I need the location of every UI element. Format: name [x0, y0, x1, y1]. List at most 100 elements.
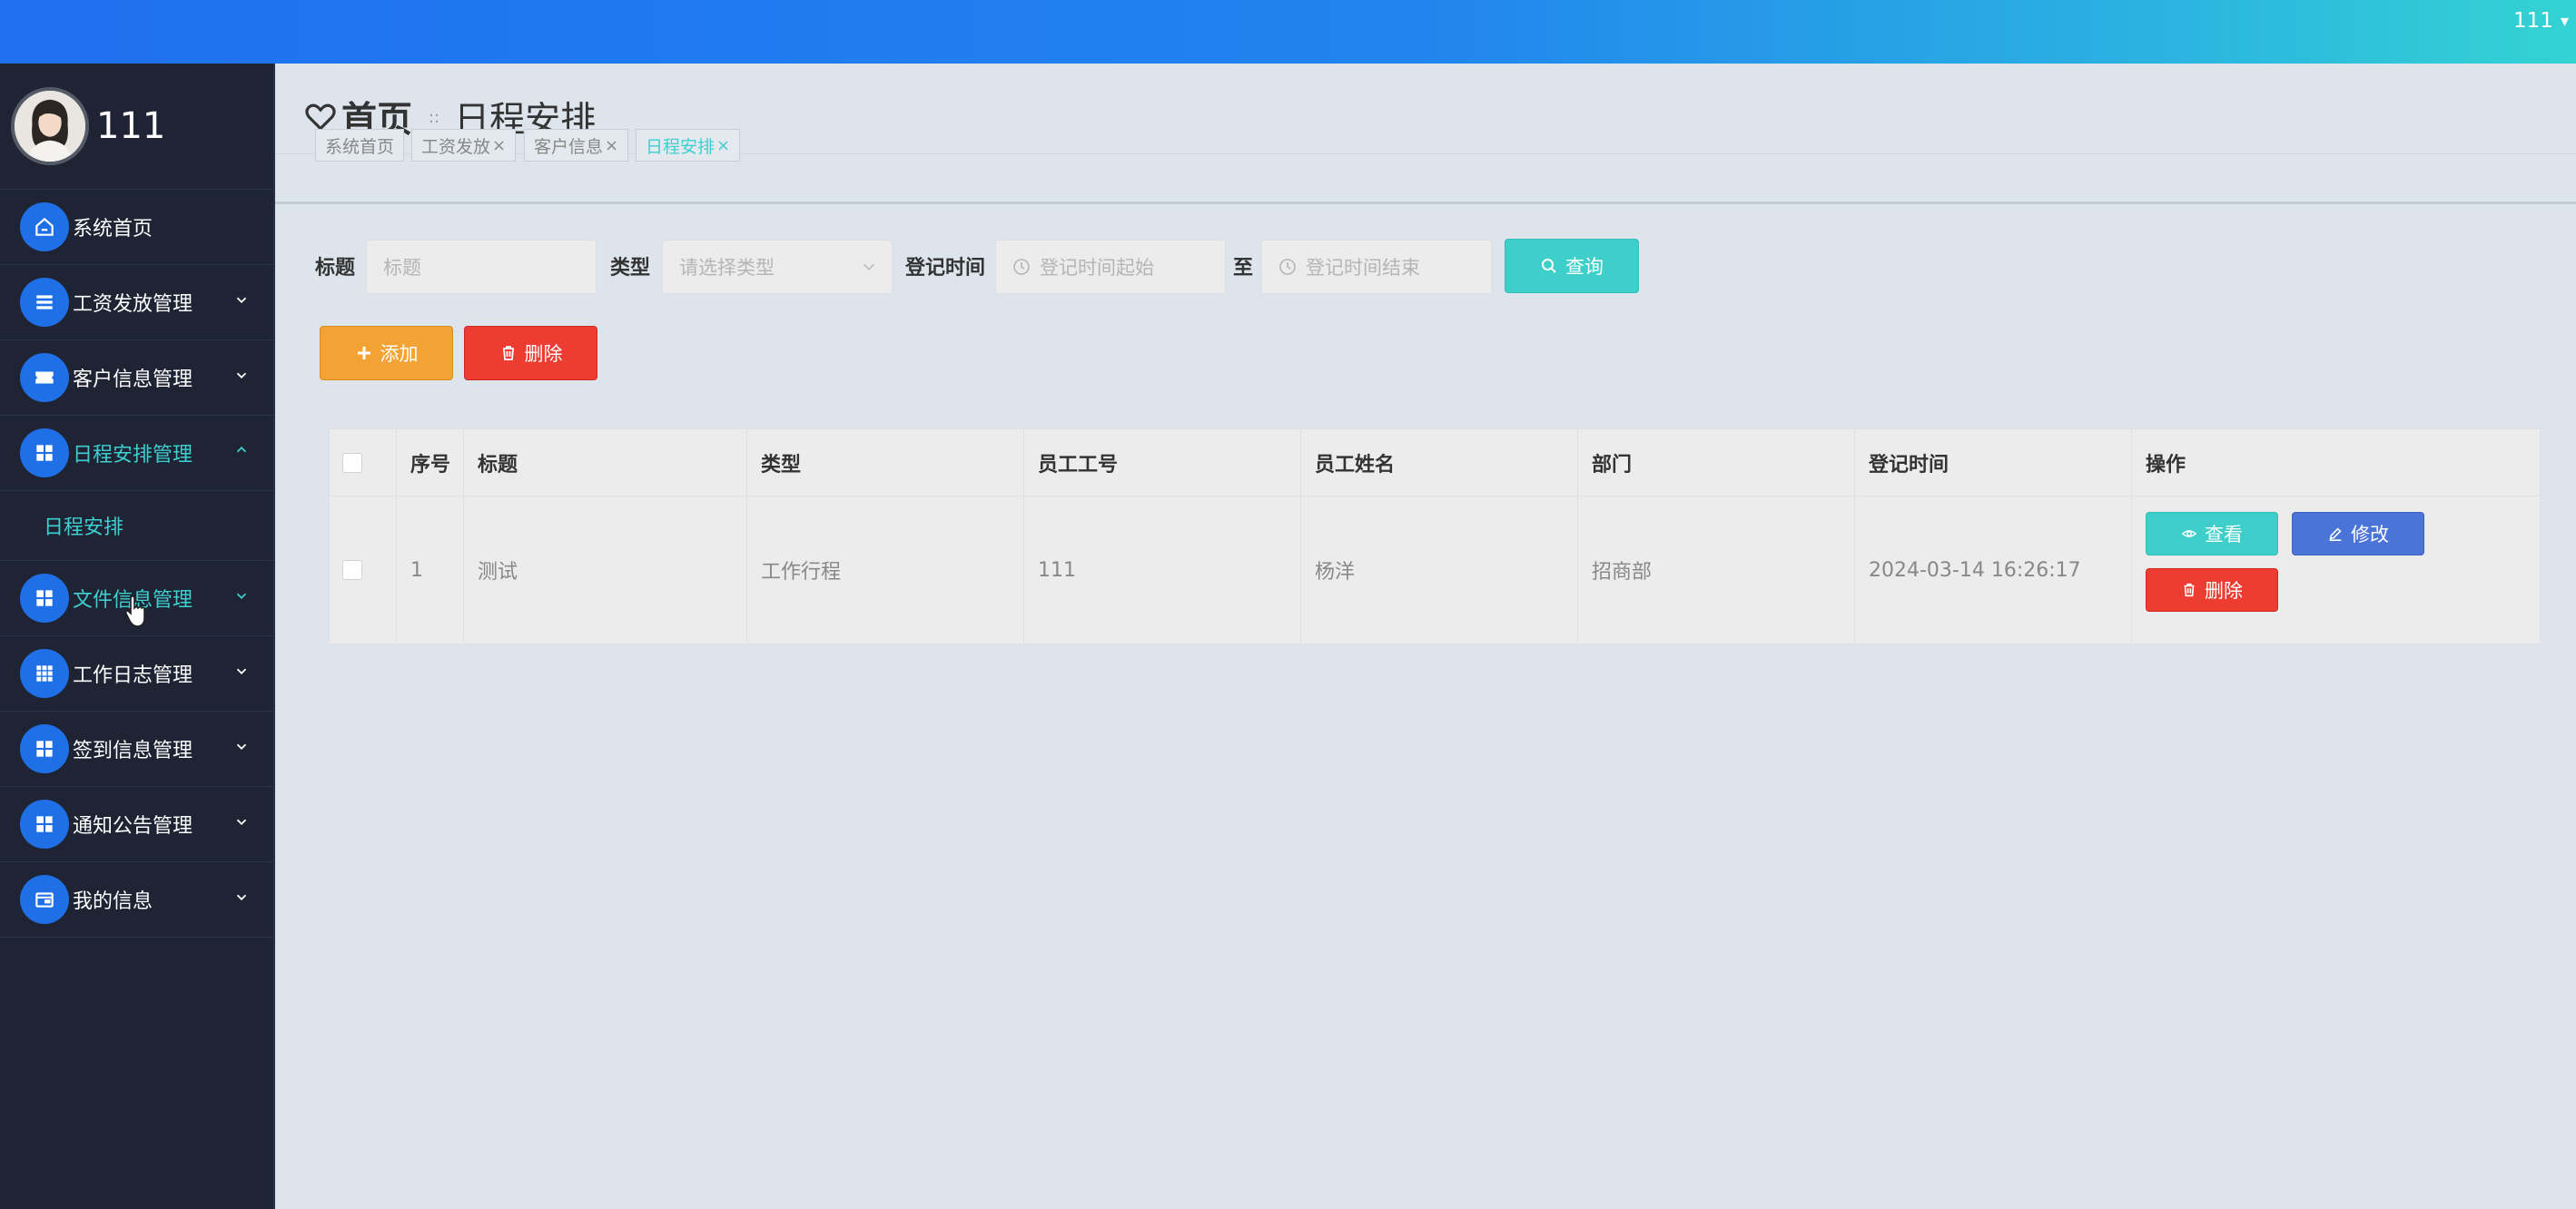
avatar[interactable]	[11, 87, 89, 165]
chevron-down-icon	[236, 743, 247, 750]
chevron-down-icon	[236, 894, 247, 900]
close-icon[interactable]: ×	[492, 136, 506, 155]
table-icon	[20, 649, 69, 698]
delete-button-label: 删除	[524, 343, 563, 365]
sidebar-item-label: 客户信息管理	[73, 369, 193, 391]
delete-button[interactable]: 删除	[464, 326, 597, 380]
header-title: 标题	[463, 429, 746, 496]
edit-icon	[2329, 527, 2342, 542]
sidebar-item-profile[interactable]: 我的信息	[0, 862, 273, 938]
grid-icon	[20, 724, 69, 773]
ticket-icon	[20, 353, 69, 402]
plus-icon	[357, 347, 370, 359]
eye-icon	[2181, 530, 2197, 537]
time-filter-label: 登记时间	[905, 257, 986, 280]
time-start-placeholder: 登记时间起始	[1040, 257, 1154, 279]
cell-title: 测试	[478, 561, 518, 584]
time-range-separator: 至	[1233, 257, 1254, 280]
query-button-label: 查询	[1565, 256, 1604, 278]
clock-icon	[1279, 259, 1296, 275]
header-emp-name: 员工姓名	[1300, 429, 1577, 496]
header-actions: 操作	[2131, 429, 2540, 496]
tab-label: 工资发放	[421, 136, 491, 157]
edit-button[interactable]: 修改	[2292, 512, 2424, 555]
sidebar-item-home[interactable]: 系统首页	[0, 190, 273, 265]
add-button-label: 添加	[380, 343, 419, 365]
user-menu[interactable]: 111 ▾	[2513, 9, 2569, 33]
cell-emp-name: 杨洋	[1315, 561, 1356, 584]
cell-index: 1	[410, 558, 423, 582]
tab-home[interactable]: 系统首页	[315, 129, 405, 162]
time-start-input[interactable]: 登记时间起始	[995, 240, 1226, 294]
query-button[interactable]: 查询	[1505, 239, 1639, 293]
chevron-down-icon	[236, 372, 247, 378]
chevron-down-icon	[864, 263, 874, 270]
cell-dept: 招商部	[1592, 561, 1653, 584]
cell-emp-no: 111	[1038, 558, 1076, 582]
wallet-icon	[20, 875, 69, 924]
grid-icon	[20, 428, 69, 477]
close-icon[interactable]: ×	[605, 136, 618, 155]
tab-salary[interactable]: 工资发放 ×	[411, 129, 517, 162]
profile-username: 111	[96, 105, 166, 147]
sidebar-item-customer[interactable]: 客户信息管理	[0, 340, 273, 416]
type-filter-label: 类型	[610, 257, 651, 280]
tab-label: 客户信息	[534, 136, 604, 157]
chevron-down-icon	[236, 593, 247, 599]
search-icon	[1542, 259, 1556, 273]
grid-icon	[20, 574, 69, 623]
add-button[interactable]: 添加	[320, 326, 453, 380]
title-filter-label: 标题	[315, 257, 356, 280]
header-emp-no: 员工工号	[1023, 429, 1300, 496]
header-time: 登记时间	[1854, 429, 2131, 496]
sidebar-item-notice[interactable]: 通知公告管理	[0, 787, 273, 862]
sidebar-subitem-schedule[interactable]: 日程安排	[0, 491, 273, 561]
sidebar-item-salary[interactable]: 工资发放管理	[0, 265, 273, 340]
sidebar-item-label: 通知公告管理	[73, 815, 193, 838]
row-select-cell	[330, 496, 396, 644]
main-content: 首页 :: 日程安排 系统首页 工资发放 × 客户信息 × 日程安排 × 标题 标题 …	[275, 64, 2576, 1209]
sidebar-item-label: 日程安排管理	[73, 444, 193, 467]
time-end-placeholder: 登记时间结束	[1306, 257, 1420, 279]
select-all-cell	[330, 429, 396, 496]
select-all-checkbox[interactable]	[342, 452, 362, 473]
view-button[interactable]: 查看	[2146, 512, 2278, 555]
cell-time: 2024-03-14 16:26:17	[1869, 558, 2081, 582]
view-button-label: 查看	[2205, 524, 2243, 546]
sidebar-item-label: 系统首页	[73, 218, 153, 241]
tab-label: 日程安排	[646, 136, 716, 157]
home-icon	[20, 202, 69, 251]
time-end-input[interactable]: 登记时间结束	[1261, 240, 1492, 294]
header-index: 序号	[396, 429, 463, 496]
chevron-down-icon	[236, 668, 247, 674]
sidebar-item-checkin[interactable]: 签到信息管理	[0, 712, 273, 787]
sidebar-item-label: 我的信息	[73, 890, 153, 913]
close-icon[interactable]: ×	[716, 136, 730, 155]
sidebar-item-label: 工作日志管理	[73, 664, 193, 687]
title-input[interactable]: 标题	[366, 240, 597, 294]
tab-label: 系统首页	[325, 136, 395, 157]
tab-customer[interactable]: 客户信息 ×	[524, 129, 629, 162]
chevron-down-icon	[236, 819, 247, 825]
sidebar-item-schedule[interactable]: 日程安排管理	[0, 416, 273, 491]
list-icon	[20, 278, 69, 327]
type-select[interactable]: 请选择类型	[662, 240, 893, 294]
sidebar: 111 系统首页 工资发放管理 客户信息管理 日程安排管理 日程安排 文件信息管…	[0, 64, 275, 1209]
row-delete-button[interactable]: 删除	[2146, 568, 2278, 612]
type-select-placeholder: 请选择类型	[679, 257, 775, 279]
caret-down-icon: ▾	[2560, 11, 2569, 31]
row-checkbox[interactable]	[342, 560, 362, 580]
sidebar-item-worklog[interactable]: 工作日志管理	[0, 636, 273, 712]
edit-button-label: 修改	[2351, 524, 2389, 546]
user-menu-name: 111	[2513, 9, 2553, 33]
title-input-placeholder: 标题	[383, 257, 421, 279]
tab-schedule[interactable]: 日程安排 ×	[636, 129, 741, 162]
trash-icon	[502, 346, 514, 360]
data-table: 序号 标题 类型 员工工号 员工姓名 部门 登记时间 操作 1 测试 工作行程 …	[329, 428, 2541, 644]
breadcrumb-separator: ::	[429, 107, 440, 127]
row-delete-button-label: 删除	[2205, 580, 2243, 602]
cell-type: 工作行程	[761, 561, 842, 584]
hand-cursor-icon	[124, 595, 145, 627]
sidebar-item-label: 工资发放管理	[73, 293, 193, 316]
chevron-down-icon	[236, 297, 247, 303]
